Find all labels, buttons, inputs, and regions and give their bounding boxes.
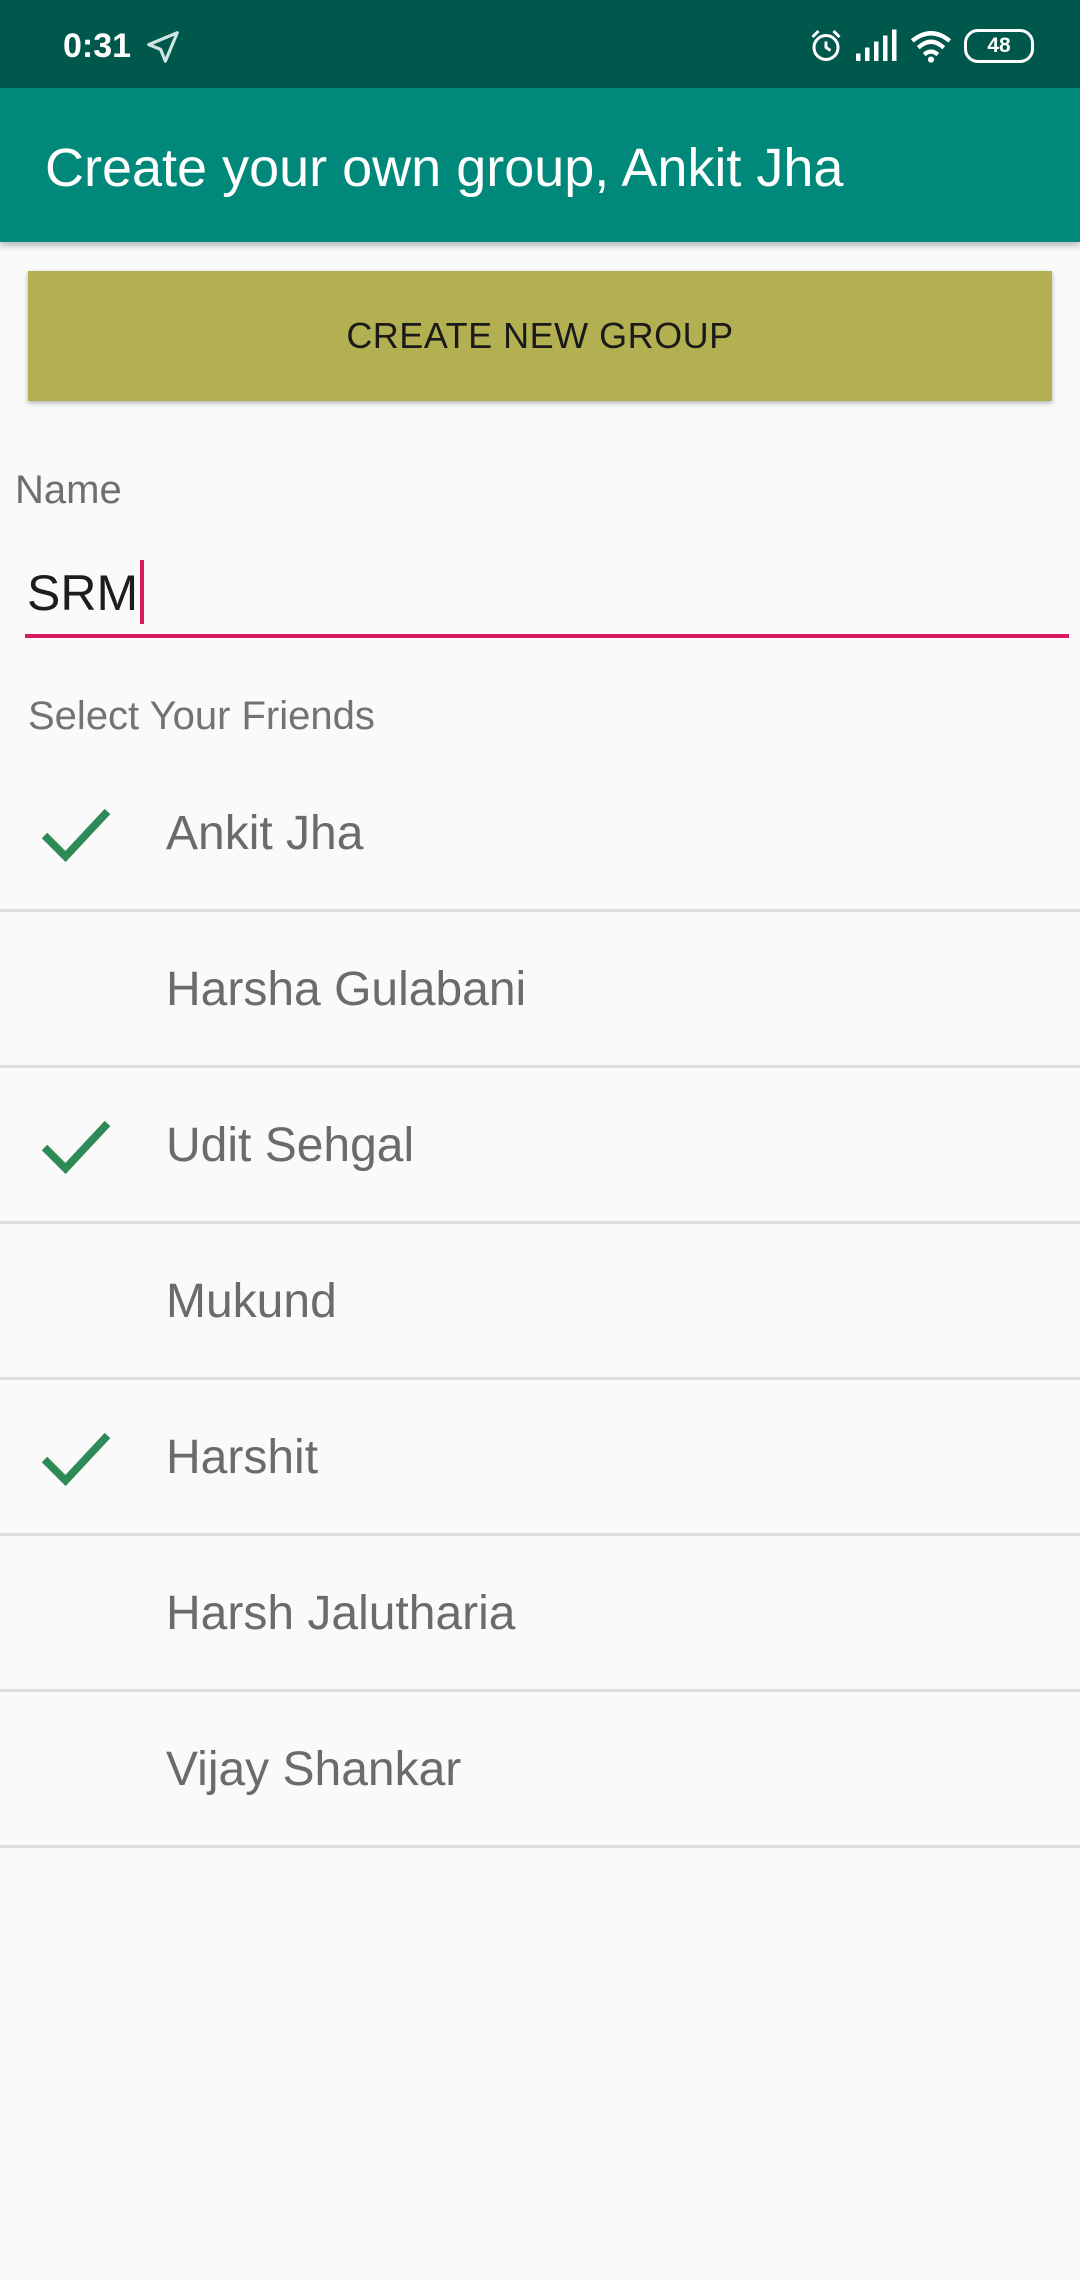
friend-list: Ankit Jha Harsha Gulabani Udit Sehgal Mukun… xyxy=(0,756,1080,1848)
friend-list-item[interactable]: Harsh Jalutharia xyxy=(0,1536,1080,1692)
wifi-icon xyxy=(910,31,952,63)
friend-list-item[interactable]: Vijay Shankar xyxy=(0,1692,1080,1848)
checkmark-icon xyxy=(41,808,111,863)
friend-name: Harsh Jalutharia xyxy=(166,1587,516,1640)
alarm-icon xyxy=(811,29,841,61)
checkmark-icon xyxy=(41,1120,111,1175)
friend-name: Vijay Shankar xyxy=(166,1743,462,1796)
friend-list-item[interactable]: Ankit Jha xyxy=(0,756,1080,912)
navigation-icon xyxy=(147,31,179,63)
create-new-group-button[interactable]: CREATE NEW GROUP xyxy=(28,271,1052,401)
group-name-value: SRM xyxy=(27,565,139,621)
friend-list-item[interactable]: Harshit xyxy=(0,1380,1080,1536)
checkmark-icon xyxy=(41,1432,111,1487)
name-field-label: Name xyxy=(15,468,122,512)
status-icons: 48 xyxy=(796,26,1034,66)
page-title: Create your own group, Ankit Jha xyxy=(45,138,844,198)
friend-name: Harsha Gulabani xyxy=(166,963,527,1016)
signal-icon xyxy=(856,29,897,61)
friend-list-item[interactable]: Mukund xyxy=(0,1224,1080,1380)
friend-list-item[interactable]: Udit Sehgal xyxy=(0,1068,1080,1224)
group-name-input[interactable]: SRM xyxy=(25,548,1069,638)
battery-icon: 48 xyxy=(964,29,1034,63)
battery-level: 48 xyxy=(987,34,1011,57)
status-time: 0:31 xyxy=(63,27,132,65)
friend-list-item[interactable]: Harsha Gulabani xyxy=(0,912,1080,1068)
friend-name: Mukund xyxy=(166,1275,337,1328)
app-bar: Create your own group, Ankit Jha xyxy=(0,88,1080,242)
status-bar: 0:31 48 xyxy=(0,0,1080,88)
select-friends-label: Select Your Friends xyxy=(28,694,375,738)
friend-name: Udit Sehgal xyxy=(166,1119,415,1172)
friend-name: Harshit xyxy=(166,1431,319,1484)
text-cursor xyxy=(140,560,144,624)
friend-name: Ankit Jha xyxy=(166,807,364,860)
